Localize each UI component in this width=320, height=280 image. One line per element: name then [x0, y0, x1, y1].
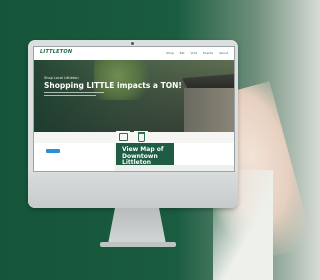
- nav-link-eat[interactable]: Eat: [180, 51, 185, 55]
- nav-link-about[interactable]: About: [219, 51, 228, 55]
- hero-banner: Shop Local Littleton Shopping LITTLE imp…: [34, 60, 234, 132]
- monitor-stand: [108, 208, 166, 244]
- hero-title: Shopping LITTLE impacts a TON!: [44, 81, 182, 90]
- cup-tile[interactable]: [134, 131, 148, 143]
- hero-kicker: Shop Local Littleton: [44, 76, 79, 80]
- card-strip: [116, 165, 234, 171]
- monitor-chin: [28, 172, 238, 208]
- intro-panel: [34, 143, 114, 171]
- monitor-screen: LITTLETON Shop Eat Visit Events About Sh…: [33, 46, 235, 172]
- gift-icon: [118, 133, 128, 141]
- gift-tile[interactable]: [116, 131, 130, 143]
- monitor: LITTLETON Shop Eat Visit Events About Sh…: [28, 40, 238, 208]
- map-card-title[interactable]: View Map of Downtown Littleton: [122, 146, 174, 167]
- hero-awning-image: [182, 74, 234, 88]
- nav-links: Shop Eat Visit Events About: [166, 51, 228, 55]
- cta-button[interactable]: [46, 149, 60, 153]
- hero-building-image: [184, 88, 234, 132]
- hero-text-line: [44, 95, 96, 97]
- nav-link-shop[interactable]: Shop: [166, 51, 174, 55]
- cup-icon: [137, 132, 145, 142]
- hero-text-line: [44, 92, 104, 94]
- nav-link-events[interactable]: Events: [203, 51, 213, 55]
- nav-link-visit[interactable]: Visit: [191, 51, 197, 55]
- monitor-stand-base: [100, 242, 176, 247]
- hero-tree-image: [94, 60, 154, 100]
- camera-icon: [131, 42, 134, 45]
- site-logo[interactable]: LITTLETON: [40, 49, 72, 55]
- site-navbar: LITTLETON Shop Eat Visit Events About: [34, 47, 234, 61]
